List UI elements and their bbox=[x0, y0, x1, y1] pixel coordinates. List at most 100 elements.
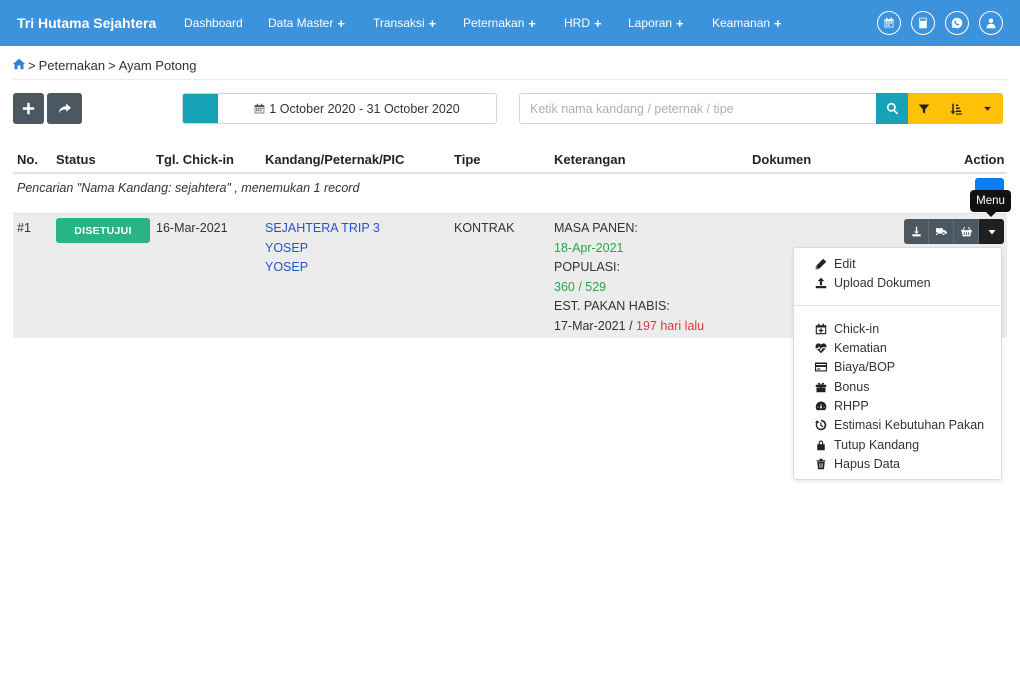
menu-item-label: RHPP bbox=[834, 399, 869, 413]
nav-item-hrd[interactable]: HRD + bbox=[564, 16, 628, 31]
sort-amount-icon bbox=[950, 103, 962, 115]
menu-item-tutup-kandang[interactable]: Tutup Kandang bbox=[814, 438, 919, 452]
menu-item-hapus-data[interactable]: Hapus Data bbox=[814, 457, 900, 471]
date-range-text: 1 October 2020 - 31 October 2020 bbox=[269, 101, 460, 116]
tipe-cell: KONTRAK bbox=[454, 221, 515, 235]
calendar-icon bbox=[254, 103, 265, 114]
menu-item-biaya-bop[interactable]: Biaya/BOP bbox=[814, 360, 895, 374]
dropdown-divider bbox=[794, 305, 1001, 306]
nav-icon-group bbox=[877, 11, 1003, 35]
date-range-color-tag bbox=[183, 94, 218, 123]
caret-down-icon bbox=[984, 106, 991, 111]
home-icon[interactable] bbox=[13, 58, 25, 73]
nav-item-label: Transaksi bbox=[373, 16, 425, 30]
est-pakan-date: 17-Mar-2021 bbox=[554, 318, 626, 333]
breadcrumb-item-peternakan[interactable]: Peternakan bbox=[39, 58, 106, 73]
share-button[interactable] bbox=[47, 93, 82, 124]
column-header-no[interactable]: No. bbox=[17, 152, 38, 167]
plus-icon: + bbox=[528, 15, 536, 31]
user-icon[interactable] bbox=[979, 11, 1003, 35]
menu-item-label: Bonus bbox=[834, 380, 870, 394]
table-header-divider bbox=[13, 172, 1007, 174]
nav-item-data-master[interactable]: Data Master + bbox=[268, 16, 373, 31]
breadcrumb-item-ayam-potong: Ayam Potong bbox=[118, 58, 197, 73]
navbar: Tri Hutama Sejahtera Dashboard Data Mast… bbox=[0, 0, 1020, 46]
nav-item-label: Data Master bbox=[268, 16, 334, 30]
share-icon bbox=[58, 103, 71, 114]
column-header-status[interactable]: Status bbox=[56, 152, 96, 167]
credit-card-icon bbox=[814, 361, 827, 374]
download-button[interactable] bbox=[904, 219, 929, 244]
search-button[interactable] bbox=[876, 93, 908, 124]
brand-title[interactable]: Tri Hutama Sejahtera bbox=[17, 15, 184, 31]
nav-item-transaksi[interactable]: Transaksi + bbox=[373, 16, 463, 31]
pencil-icon bbox=[814, 258, 827, 271]
basket-icon bbox=[960, 226, 972, 237]
filter-button[interactable] bbox=[908, 93, 940, 124]
plus-icon: + bbox=[594, 15, 602, 31]
menu-item-kematian[interactable]: Kematian bbox=[814, 341, 887, 355]
date-range-picker[interactable]: 1 October 2020 - 31 October 2020 bbox=[182, 93, 497, 124]
nav-item-dashboard[interactable]: Dashboard bbox=[184, 16, 268, 30]
plus-icon: + bbox=[337, 15, 345, 31]
menu-item-label: Edit bbox=[834, 257, 856, 271]
nav-item-label: Peternakan bbox=[463, 16, 525, 30]
column-header-tipe[interactable]: Tipe bbox=[454, 152, 481, 167]
menu-item-bonus[interactable]: Bonus bbox=[814, 380, 869, 394]
filter-icon bbox=[918, 104, 930, 113]
row-menu-toggle-button[interactable] bbox=[979, 219, 1004, 244]
menu-item-label: Tutup Kandang bbox=[834, 438, 920, 452]
tooltip-arrow bbox=[986, 212, 996, 217]
menu-item-label: Chick-in bbox=[834, 322, 880, 336]
pic-link[interactable]: YOSEP bbox=[265, 258, 380, 278]
trash-icon bbox=[814, 458, 827, 471]
nav-item-laporan[interactable]: Laporan + bbox=[628, 16, 712, 31]
est-pakan-days-ago: 197 hari lalu bbox=[636, 318, 705, 333]
populasi-label: POPULASI: bbox=[554, 260, 620, 274]
history-icon bbox=[814, 419, 827, 432]
column-header-dokumen[interactable]: Dokumen bbox=[752, 152, 811, 167]
calendar-plus-icon bbox=[814, 323, 827, 336]
search-input[interactable] bbox=[519, 93, 876, 124]
masa-panen-label: MASA PANEN: bbox=[554, 221, 638, 235]
column-header-keterangan[interactable]: Keterangan bbox=[554, 152, 626, 167]
basket-button[interactable] bbox=[954, 219, 979, 244]
menu-item-estimasi-kebutuhan-pakan[interactable]: Estimasi Kebutuhan Pakan bbox=[814, 418, 984, 432]
menu-item-rhpp[interactable]: RHPP bbox=[814, 399, 869, 413]
menu-item-label: Biaya/BOP bbox=[834, 360, 896, 374]
calendar-icon[interactable] bbox=[877, 11, 901, 35]
nav-item-label: Keamanan bbox=[712, 16, 771, 30]
more-options-dropdown-button[interactable] bbox=[972, 93, 1003, 124]
menu-item-label: Kematian bbox=[834, 341, 887, 355]
kandang-link[interactable]: SEJAHTERA TRIP 3 bbox=[265, 219, 380, 239]
nav-item-keamanan[interactable]: Keamanan + bbox=[712, 16, 802, 31]
est-pakan-label: EST. PAKAN HABIS: bbox=[554, 299, 670, 313]
column-header-kandang[interactable]: Kandang/Peternak/PIC bbox=[265, 152, 404, 167]
menu-item-edit[interactable]: Edit bbox=[814, 257, 856, 271]
menu-item-label: Estimasi Kebutuhan Pakan bbox=[834, 418, 985, 432]
column-header-chickin[interactable]: Tgl. Chick-in bbox=[156, 152, 234, 167]
masa-panen-value: 18-Apr-2021 bbox=[554, 240, 624, 255]
nav-item-peternakan[interactable]: Peternakan + bbox=[463, 16, 564, 31]
delivery-button[interactable] bbox=[929, 219, 954, 244]
menu-item-chick-in[interactable]: Chick-in bbox=[814, 322, 879, 336]
heartbeat-icon bbox=[814, 342, 827, 355]
calculator-icon[interactable] bbox=[911, 11, 935, 35]
breadcrumb: > Peternakan > Ayam Potong bbox=[13, 58, 197, 73]
nav-item-label: Laporan bbox=[628, 16, 673, 30]
sort-button[interactable] bbox=[940, 93, 972, 124]
caret-down-icon bbox=[988, 229, 995, 234]
menu-item-upload-dokumen[interactable]: Upload Dokumen bbox=[814, 276, 931, 290]
peternak-link[interactable]: YOSEP bbox=[265, 239, 380, 259]
plus-icon bbox=[22, 102, 35, 115]
column-header-action[interactable]: Action bbox=[964, 152, 1004, 167]
menu-item-label: Hapus Data bbox=[834, 457, 901, 471]
search-icon bbox=[886, 102, 898, 115]
breadcrumb-separator: > bbox=[28, 58, 36, 73]
whatsapp-icon[interactable] bbox=[945, 11, 969, 35]
nav-item-label: Dashboard bbox=[184, 16, 243, 30]
date-range-display[interactable]: 1 October 2020 - 31 October 2020 bbox=[218, 94, 496, 123]
add-button[interactable] bbox=[13, 93, 44, 124]
chickin-date: 16-Mar-2021 bbox=[156, 221, 228, 235]
dashboard-icon bbox=[814, 400, 827, 413]
